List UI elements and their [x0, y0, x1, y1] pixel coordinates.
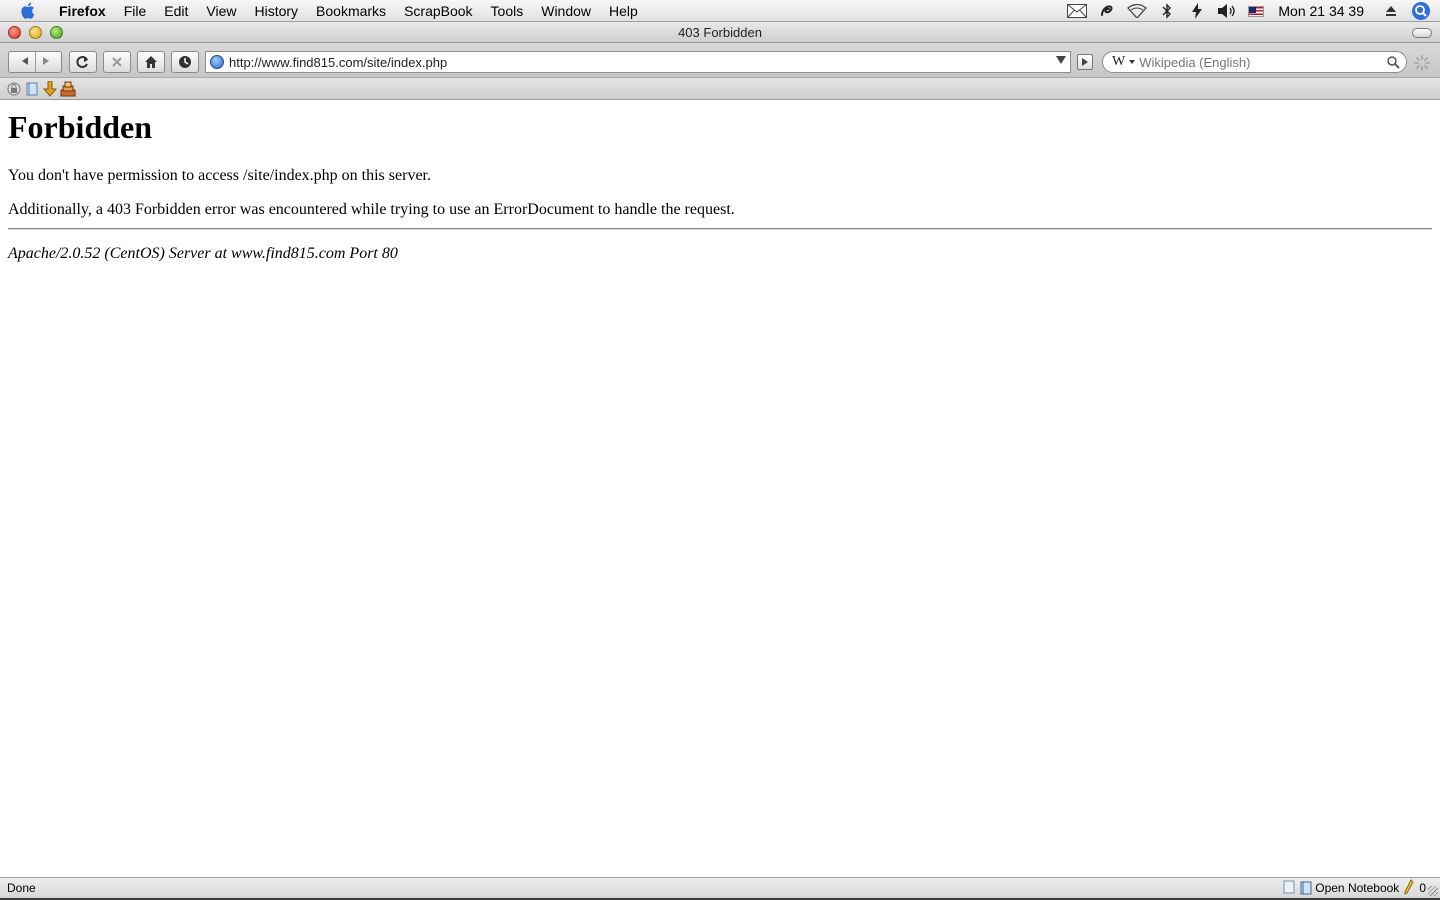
divider: [8, 228, 1432, 230]
lock-icon[interactable]: [6, 81, 22, 97]
go-button[interactable]: [1077, 54, 1093, 70]
search-magnifier-icon[interactable]: [1387, 56, 1400, 72]
navigation-toolbar: http://www.find815.com/site/index.php W: [0, 43, 1440, 78]
bluetooth-icon[interactable]: [1156, 0, 1178, 22]
download-arrow-icon[interactable]: [42, 80, 58, 97]
url-history-dropdown-icon[interactable]: [1056, 56, 1066, 64]
menubar-tray: Mon 21 34 39: [1062, 0, 1440, 22]
pencil-icon[interactable]: [1404, 878, 1414, 898]
status-right-group: Open Notebook 0: [1283, 878, 1426, 898]
window-title: 403 Forbidden: [678, 25, 762, 40]
resize-grip[interactable]: [1428, 886, 1438, 896]
back-button[interactable]: [20, 55, 30, 69]
url-bar[interactable]: http://www.find815.com/site/index.php: [205, 51, 1071, 73]
menu-tools[interactable]: Tools: [482, 0, 533, 22]
mac-menubar: Firefox File Edit View History Bookmarks…: [0, 0, 1440, 22]
forward-button[interactable]: [41, 55, 51, 69]
menu-history[interactable]: History: [245, 0, 307, 22]
back-forward-group: [8, 51, 62, 73]
extension-toolbar: [0, 78, 1440, 100]
status-text: Done: [7, 881, 36, 895]
spotlight-search-icon[interactable]: [1410, 0, 1432, 22]
mail-icon[interactable]: [1066, 0, 1088, 22]
volume-icon[interactable]: [1216, 0, 1238, 22]
error-message: You don't have permission to access /sit…: [8, 167, 431, 184]
us-flag-input-icon[interactable]: [1248, 5, 1265, 17]
window-titlebar: 403 Forbidden: [0, 22, 1440, 43]
search-engine-dropdown-icon[interactable]: [1129, 60, 1136, 64]
page-notebook-icon[interactable]: [1283, 880, 1295, 897]
go-arrow-icon: [1082, 58, 1088, 66]
menu-help[interactable]: Help: [600, 0, 647, 22]
wikipedia-engine-icon[interactable]: W: [1112, 54, 1125, 70]
site-globe-icon: [210, 55, 224, 69]
page-content: Forbidden You don't have permission to a…: [0, 100, 1440, 877]
eject-icon[interactable]: [1380, 0, 1402, 22]
toolbar-toggle-button[interactable]: [1412, 28, 1432, 38]
wifi-icon[interactable]: [1126, 0, 1148, 22]
url-text[interactable]: http://www.find815.com/site/index.php: [229, 55, 447, 70]
clock-icon: [179, 56, 191, 68]
back-forward-divider: [34, 52, 36, 72]
search-input[interactable]: [1139, 54, 1380, 70]
open-notebook-icon: [1300, 881, 1312, 895]
menu-view[interactable]: View: [197, 0, 245, 22]
home-button[interactable]: [137, 51, 165, 73]
menu-bookmarks[interactable]: Bookmarks: [307, 0, 395, 22]
menu-scrapbook[interactable]: ScrapBook: [395, 0, 481, 22]
menu-file[interactable]: File: [115, 0, 156, 22]
annotation-count: 0: [1419, 881, 1426, 895]
error-detail: Additionally, a 403 Forbidden error was …: [8, 201, 735, 218]
server-signature: Apache/2.0.52 (CentOS) Server at www.fin…: [8, 245, 398, 262]
menu-app-firefox[interactable]: Firefox: [50, 0, 115, 22]
status-bar: Done Open Notebook 0: [0, 877, 1440, 898]
menu-edit[interactable]: Edit: [155, 0, 197, 22]
open-notebook-label: Open Notebook: [1315, 881, 1400, 895]
history-button[interactable]: [171, 51, 199, 73]
activity-throbber-icon: [1414, 55, 1430, 71]
stop-button[interactable]: [103, 51, 131, 73]
apple-menu-icon[interactable]: [16, 0, 38, 22]
sync-swirl-icon[interactable]: [1096, 0, 1118, 22]
error-heading: Forbidden: [8, 109, 153, 145]
open-notebook-button[interactable]: Open Notebook: [1300, 881, 1399, 895]
reload-button[interactable]: [69, 51, 97, 73]
stop-icon: [112, 57, 122, 67]
scrapbook-stack-icon[interactable]: [60, 81, 76, 97]
power-bolt-icon[interactable]: [1186, 0, 1208, 22]
menu-window[interactable]: Window: [532, 0, 600, 22]
notebook-icon[interactable]: [24, 81, 40, 97]
home-icon: [145, 56, 157, 68]
reload-icon: [76, 56, 88, 68]
menubar-clock[interactable]: Mon 21 34 39: [1270, 3, 1376, 19]
search-bar[interactable]: W: [1102, 51, 1407, 73]
